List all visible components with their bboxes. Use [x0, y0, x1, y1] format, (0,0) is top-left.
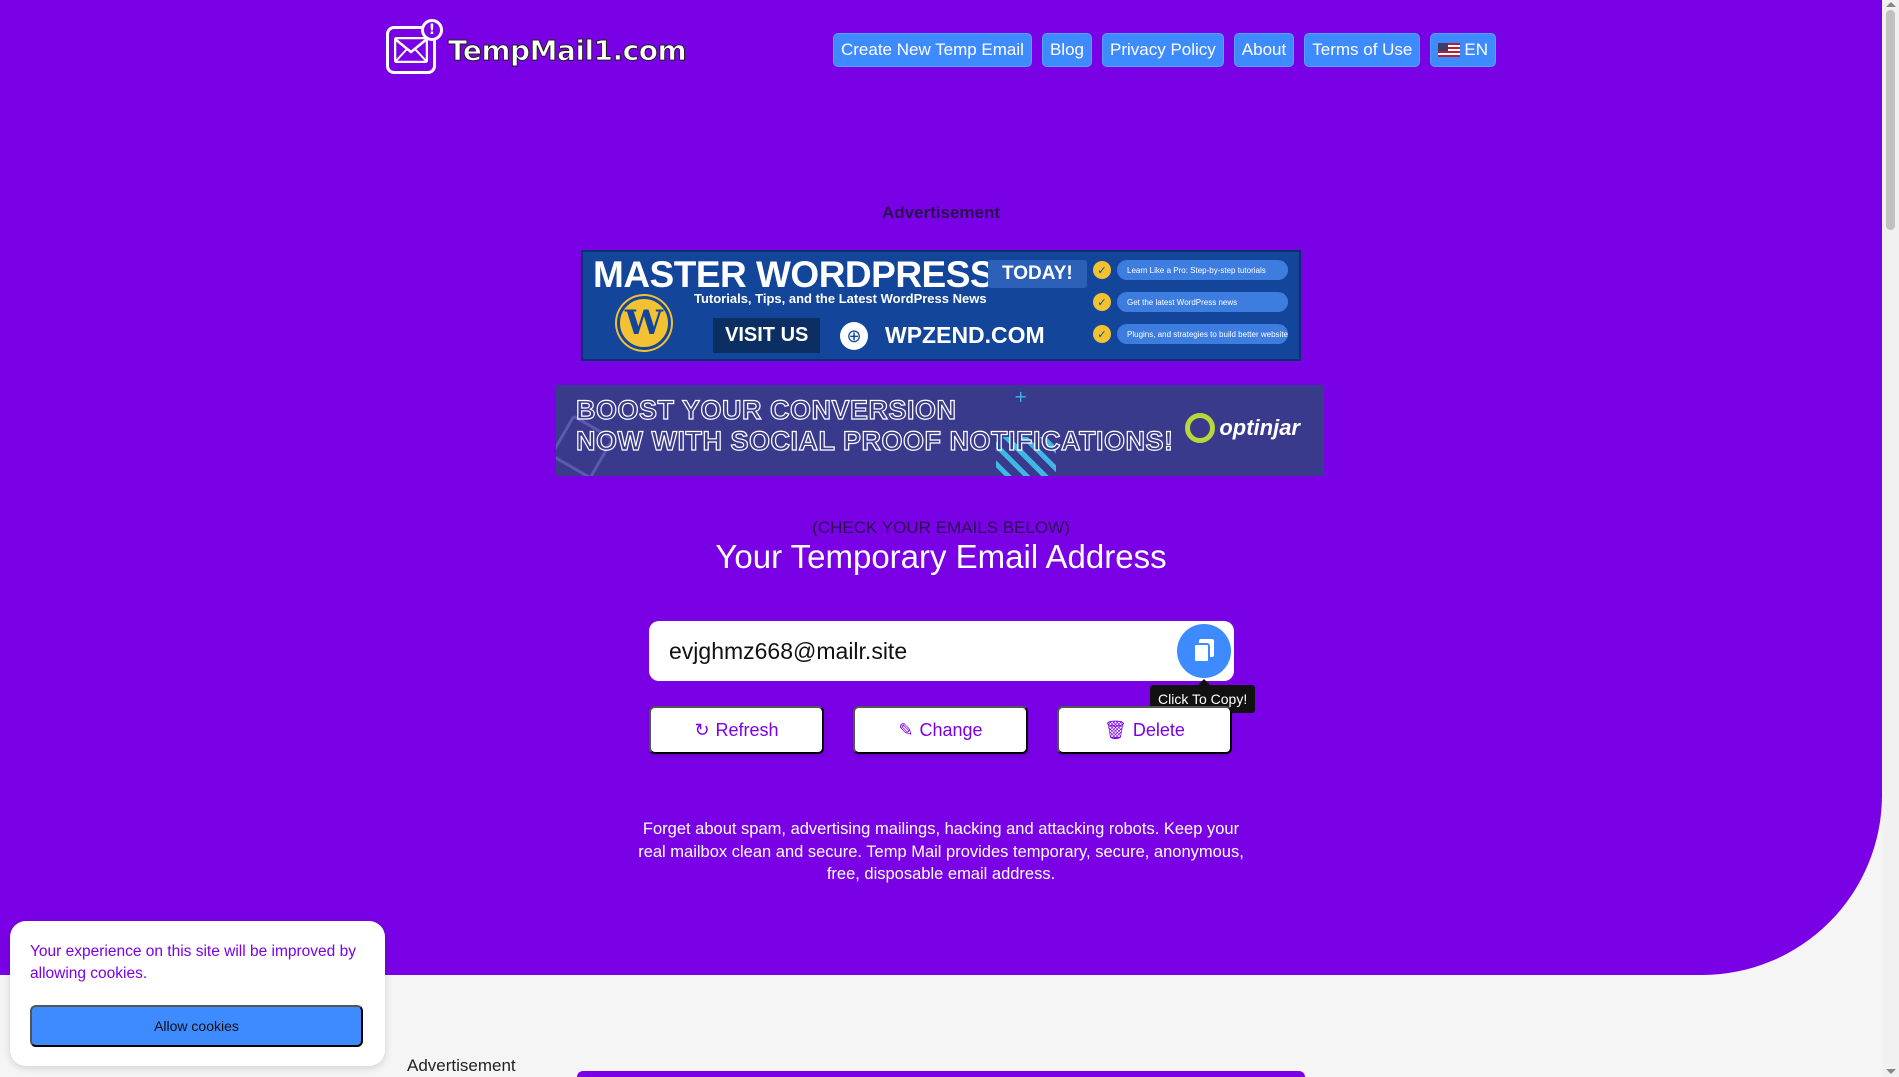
banner-title: MASTER WORDPRESS [593, 254, 995, 295]
list-item: ✓ Learn Like a Pro: Step-by-step tutorial… [1093, 260, 1288, 280]
main-nav: Create New Temp Email Blog Privacy Polic… [832, 33, 1496, 67]
logo-text: TempMail1.com [447, 33, 687, 67]
email-address-field[interactable]: evjghmz668@mailr.site [649, 621, 1234, 681]
list-item: ✓ Get the latest WordPress news [1093, 292, 1288, 312]
banner-feature-list: ✓ Learn Like a Pro: Step-by-step tutorial… [1093, 260, 1288, 344]
optinjar-logo: optinjar [1185, 413, 1300, 443]
pencil-icon: ✎ [898, 719, 914, 740]
nav-terms-of-use[interactable]: Terms of Use [1304, 33, 1421, 67]
email-actions: ↻ Refresh ✎ Change 🗑 Delete [649, 706, 1232, 754]
copy-button[interactable] [1177, 624, 1231, 678]
nav-privacy-policy[interactable]: Privacy Policy [1101, 33, 1224, 67]
page-scrollbar[interactable] [1882, 0, 1899, 1077]
scroll-up-icon[interactable] [1886, 2, 1896, 7]
service-description: Forget about spam, advertising mailings,… [638, 820, 1244, 883]
ring-icon [1185, 413, 1216, 443]
check-icon: ✓ [1093, 293, 1111, 311]
site-logo[interactable]: ! TempMail1.com [386, 19, 687, 74]
scroll-down-icon[interactable] [1886, 1069, 1896, 1074]
us-flag-icon [1438, 43, 1461, 57]
email-address-value[interactable]: evjghmz668@mailr.site [669, 638, 907, 665]
advertisement-label-bottom: Advertisement [407, 1056, 516, 1075]
scrollbar-thumb[interactable] [1886, 10, 1895, 230]
banner-subtitle: Tutorials, Tips, and the Latest WordPres… [694, 291, 987, 306]
change-button[interactable]: ✎ Change [853, 706, 1028, 754]
copy-icon [1193, 639, 1214, 663]
cookie-banner: Your experience on this site will be imp… [10, 921, 385, 1066]
cookie-message: Your experience on this site will be imp… [30, 943, 356, 982]
refresh-icon: ↻ [694, 719, 710, 740]
ad-banner-wordpress[interactable]: MASTER WORDPRESS TODAY! Tutorials, Tips,… [581, 250, 1301, 361]
advertisement-label: Advertisement [881, 203, 1001, 222]
bottom-ad-slot[interactable] [577, 1071, 1305, 1077]
allow-cookies-button[interactable]: Allow cookies [30, 1005, 363, 1047]
list-item: ✓ Plugins, and strategies to build better… [1093, 324, 1288, 344]
banner-site: WPZEND.COM [885, 322, 1045, 348]
language-label: EN [1464, 40, 1488, 59]
banner-visit-label: VISIT US [713, 318, 821, 353]
wordpress-logo-icon: W [617, 296, 671, 350]
globe-icon: ⊕ [840, 322, 868, 350]
alert-icon: ! [421, 19, 443, 41]
delete-button[interactable]: 🗑 Delete [1057, 706, 1232, 754]
check-icon: ✓ [1093, 261, 1111, 279]
nav-blog[interactable]: Blog [1041, 33, 1092, 67]
check-icon: ✓ [1093, 325, 1111, 343]
ad-banner-optinjar[interactable]: + BOOST YOUR CONVERSION NOW WITH SOCIAL … [556, 385, 1324, 476]
nav-about[interactable]: About [1233, 33, 1295, 67]
banner-headline: BOOST YOUR CONVERSION NOW WITH SOCIAL PR… [575, 394, 1174, 456]
page-title: Your Temporary Email Address [715, 538, 1167, 575]
trash-icon: 🗑 [1104, 719, 1127, 740]
nav-create-new-email[interactable]: Create New Temp Email [832, 33, 1032, 67]
refresh-button[interactable]: ↻ Refresh [649, 706, 824, 754]
mail-icon: ! [386, 19, 443, 74]
language-selector[interactable]: EN [1430, 33, 1496, 67]
banner-today: TODAY! [988, 260, 1087, 288]
check-emails-label: (CHECK YOUR EMAILS BELOW) [812, 518, 1070, 537]
